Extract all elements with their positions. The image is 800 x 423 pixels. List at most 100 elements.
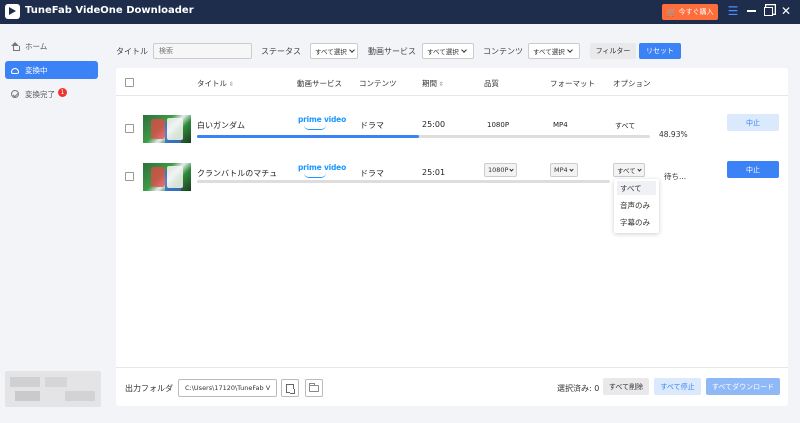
sort-icon: ⇳ (229, 81, 235, 88)
account-info-blurred[interactable] (5, 371, 101, 407)
stop-all-button[interactable]: すべて停止 (654, 378, 701, 395)
folder-icon (309, 382, 319, 392)
video-title: クランバトルのマチュ (197, 169, 278, 178)
prime-video-text: prime video (298, 163, 347, 172)
column-duration[interactable]: 期間 ⇳ (422, 78, 444, 89)
progress-percent: 48.93% (659, 130, 688, 139)
duration: 25:00 (422, 120, 446, 129)
row-checkbox[interactable] (125, 172, 134, 181)
cart-icon: 🛒 (666, 7, 677, 17)
column-duration-label: 期間 (422, 79, 437, 88)
prime-video-logo: prime video (298, 163, 346, 179)
buy-now-button[interactable]: 🛒 今すぐ購入 (662, 4, 718, 20)
sidebar: ホーム 変換中 変換完了 1 (0, 24, 104, 423)
quality: 1080P (487, 121, 510, 129)
chevron-down-icon (566, 47, 573, 53)
dropdown-item-subtitles-only[interactable]: 字幕のみ (617, 215, 656, 229)
chevron-down-icon (569, 166, 574, 172)
browse-folder-button[interactable] (305, 379, 323, 397)
option-select[interactable]: すべて (613, 163, 645, 177)
delete-all-button[interactable]: すべて削除 (603, 378, 649, 395)
option-dropdown-menu: すべて 音声のみ 字幕のみ (614, 179, 659, 233)
row-checkbox[interactable] (125, 124, 134, 133)
option-value: すべて (617, 167, 636, 175)
progress-fill (197, 135, 419, 138)
menu-icon[interactable]: ☰ (726, 4, 740, 18)
output-path-input[interactable] (178, 379, 277, 397)
dropdown-item-all[interactable]: すべて (617, 181, 656, 195)
chevron-down-icon (637, 166, 642, 172)
select-all-checkbox[interactable] (125, 78, 134, 87)
maximize-icon[interactable] (761, 4, 775, 18)
stop-button[interactable]: 中止 (727, 161, 779, 178)
column-service: 動画サービス (297, 79, 342, 88)
home-icon (11, 42, 20, 51)
column-format: フォーマット (550, 79, 595, 88)
sort-icon: ⇳ (439, 81, 445, 88)
status-select-value: すべて選択 (315, 48, 347, 56)
content-type: ドラマ (360, 121, 384, 130)
stop-button[interactable]: 中止 (727, 114, 779, 131)
table-row: クランバトルのマチュ prime video ドラマ 25:01 1080P M… (116, 154, 788, 200)
export-icon (286, 383, 295, 394)
quality-value: 1080P (488, 166, 509, 174)
quality-select[interactable]: 1080P (484, 163, 517, 177)
count-badge: 1 (58, 87, 67, 97)
content-type: ドラマ (360, 169, 384, 178)
download-list-panel: タイトル ⇳ 動画サービス コンテンツ 期間 ⇳ 品質 フォーマット オプション 白… (116, 68, 788, 406)
close-icon[interactable]: ✕ (779, 4, 793, 18)
sidebar-item-completed[interactable]: 変換完了 1 (5, 85, 98, 103)
format-select[interactable]: MP4 (550, 163, 578, 177)
filter-button[interactable]: フィルター (590, 43, 636, 59)
sidebar-item-label: 変換中 (25, 65, 48, 75)
footer-bar: 出力フォルダ 選択済み: 0 すべて削除 すべて停止 すべてダウンロード (116, 367, 788, 406)
column-quality: 品質 (484, 79, 499, 88)
chevron-down-icon (348, 47, 355, 53)
duration: 25:01 (422, 168, 446, 177)
title-filter-label: タイトル (116, 47, 148, 56)
format: MP4 (553, 121, 568, 129)
dropdown-item-audio-only[interactable]: 音声のみ (617, 198, 656, 212)
content-select[interactable]: すべて選択 (528, 43, 580, 59)
output-folder-label: 出力フォルダ (125, 384, 173, 393)
cloud-download-icon (11, 68, 19, 74)
buy-now-label: 今すぐ購入 (678, 8, 714, 16)
service-select-value: すべて選択 (427, 48, 459, 56)
video-thumbnail (143, 115, 191, 143)
sidebar-item-converting[interactable]: 変換中 (5, 61, 98, 79)
column-content: コンテンツ (359, 79, 397, 88)
column-title-label: タイトル (197, 79, 227, 88)
progress-bar (197, 135, 650, 138)
service-select[interactable]: すべて選択 (422, 43, 474, 59)
column-title[interactable]: タイトル ⇳ (197, 78, 234, 89)
table-row: 白いガンダム prime video ドラマ 25:00 1080P MP4 す… (116, 106, 788, 152)
sidebar-item-home[interactable]: ホーム (5, 37, 98, 55)
app-title: TuneFab VideOne Downloader (25, 5, 194, 16)
content-filter-label: コンテンツ (483, 47, 523, 56)
column-option: オプション (613, 79, 651, 88)
video-title: 白いガンダム (197, 121, 245, 130)
option: すべて (615, 122, 636, 130)
prime-video-logo: prime video (298, 115, 346, 131)
table-header: タイトル ⇳ 動画サービス コンテンツ 期間 ⇳ 品質 フォーマット オプション (116, 68, 788, 96)
search-input[interactable] (153, 43, 252, 59)
reset-button[interactable]: リセット (639, 43, 681, 59)
open-output-button[interactable] (281, 379, 299, 397)
status-text: 待ち... (664, 172, 687, 181)
filter-bar: タイトル ステータス すべて選択 動画サービス すべて選択 コンテンツ すべて選… (104, 24, 800, 68)
sidebar-item-label: 変換完了 (25, 89, 55, 99)
status-select[interactable]: すべて選択 (310, 43, 358, 59)
minimize-icon[interactable] (744, 4, 758, 18)
service-filter-label: 動画サービス (368, 47, 416, 56)
selected-count: 選択済み: 0 (557, 384, 600, 393)
download-all-button[interactable]: すべてダウンロード (706, 378, 780, 395)
sidebar-item-label: ホーム (25, 41, 48, 51)
app-logo-icon (5, 4, 20, 19)
status-filter-label: ステータス (261, 47, 301, 56)
title-bar: TuneFab VideOne Downloader 🛒 今すぐ購入 ☰ ✕ (0, 0, 800, 24)
chevron-down-icon (460, 47, 467, 53)
prime-video-text: prime video (298, 115, 347, 124)
check-circle-icon (11, 90, 19, 98)
progress-bar (197, 180, 610, 183)
chevron-down-icon (509, 166, 515, 172)
